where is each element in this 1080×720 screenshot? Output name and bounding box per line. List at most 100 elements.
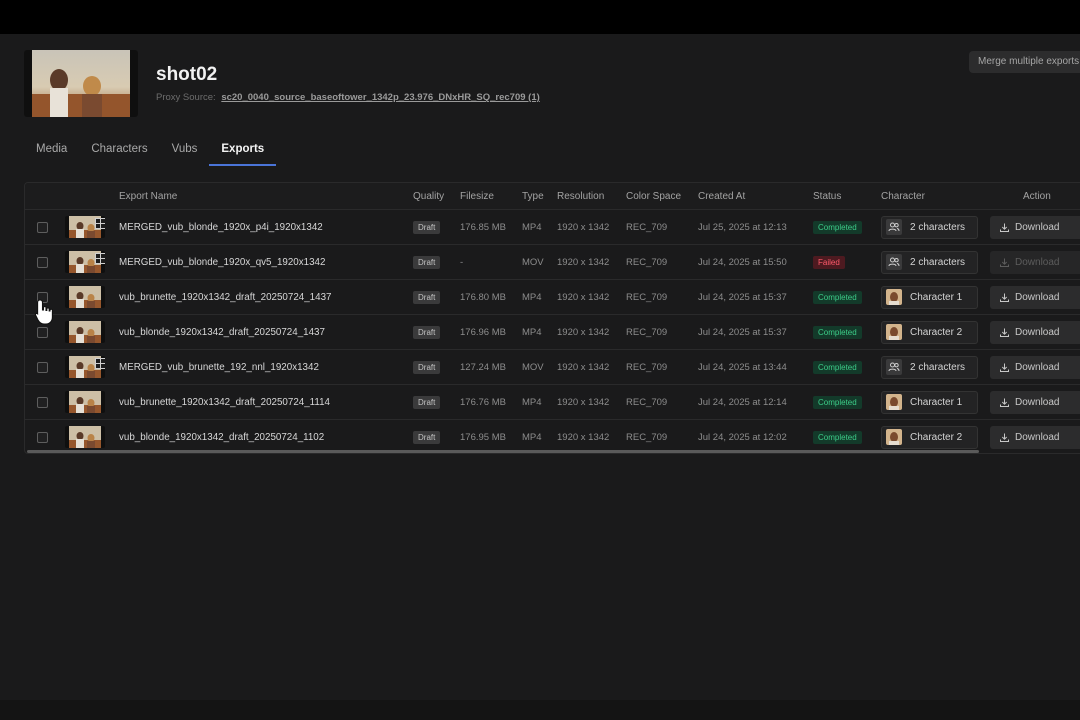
row-checkbox[interactable] [37, 326, 48, 338]
file-type: MP4 [522, 326, 542, 338]
character-button[interactable]: 2 characters [881, 215, 978, 239]
header-export-name[interactable]: Export Name [119, 183, 177, 209]
header-quality[interactable]: Quality [413, 183, 444, 209]
row-thumbnail [65, 251, 105, 273]
download-button[interactable]: Download [990, 215, 1080, 239]
character-button[interactable]: 2 characters [881, 250, 978, 274]
export-name: vub_brunette_1920x1342_draft_20250724_11… [119, 396, 331, 408]
tab-media[interactable]: Media [24, 140, 79, 164]
table-row[interactable]: MERGED_vub_blonde_1920x_p4i_1920x1342 Dr… [25, 210, 1080, 245]
status-badge: Completed [813, 220, 862, 234]
quality-badge: Draft [413, 255, 441, 269]
header-color-space[interactable]: Color Space [626, 183, 681, 209]
row-checkbox[interactable] [37, 221, 48, 233]
table-row[interactable]: vub_brunette_1920x1342_draft_20250724_14… [25, 280, 1080, 315]
row-checkbox[interactable] [37, 431, 48, 443]
download-button[interactable]: Download [990, 285, 1080, 309]
color-space: REC_709 [626, 256, 668, 268]
filesize: 176.80 MB [460, 291, 506, 303]
row-checkbox[interactable] [37, 256, 48, 268]
character-label: 2 characters [910, 256, 966, 268]
color-space: REC_709 [626, 326, 668, 338]
download-button[interactable]: Download [990, 250, 1080, 274]
table-row[interactable]: vub_brunette_1920x1342_draft_20250724_11… [25, 385, 1080, 420]
character-button[interactable]: 2 characters [881, 355, 978, 379]
quality-badge: Draft [413, 325, 441, 339]
filesize: 176.85 MB [460, 221, 506, 233]
quality-badge: Draft [413, 360, 441, 374]
horizontal-scrollbar[interactable] [27, 450, 979, 453]
users-icon [886, 219, 902, 235]
status-badge: Failed [813, 255, 845, 269]
export-name: vub_brunette_1920x1342_draft_20250724_14… [119, 291, 332, 303]
row-checkbox[interactable] [37, 396, 48, 408]
download-label: Download [1015, 221, 1060, 233]
status-badge: Completed [813, 290, 862, 304]
row-checkbox[interactable] [37, 361, 48, 373]
download-icon [1000, 328, 1015, 337]
character-button[interactable]: Character 1 [881, 390, 978, 414]
file-type: MP4 [522, 291, 542, 303]
character-button[interactable]: Character 2 [881, 320, 978, 344]
quality-badge: Draft [413, 395, 441, 409]
row-thumbnail [65, 286, 105, 308]
character-avatar [886, 324, 902, 340]
header-filesize[interactable]: Filesize [460, 183, 494, 209]
table-row[interactable]: MERGED_vub_brunette_192_nnl_1920x1342 Dr… [25, 350, 1080, 385]
shot-thumbnail [24, 50, 138, 117]
character-label: Character 2 [910, 326, 963, 338]
download-icon [1000, 363, 1015, 372]
resolution: 1920 x 1342 [557, 221, 610, 233]
download-button[interactable]: Download [990, 390, 1080, 414]
proxy-source-link[interactable]: sc20_0040_source_baseoftower_1342p_23.97… [221, 92, 539, 103]
character-label: 2 characters [910, 361, 966, 373]
table-header: Export Name Quality Filesize Type Resolu… [25, 183, 1080, 210]
header-status[interactable]: Status [813, 183, 841, 209]
users-icon [886, 254, 902, 270]
row-thumbnail [65, 321, 105, 343]
created-at: Jul 24, 2025 at 15:50 [698, 256, 787, 268]
file-type: MOV [522, 256, 544, 268]
users-icon [886, 359, 902, 375]
character-label: Character 1 [910, 291, 963, 303]
created-at: Jul 24, 2025 at 12:14 [698, 396, 787, 408]
row-thumbnail [65, 356, 105, 378]
download-label: Download [1015, 256, 1060, 268]
header-type[interactable]: Type [522, 183, 544, 209]
tab-vubs[interactable]: Vubs [160, 140, 210, 164]
header-resolution[interactable]: Resolution [557, 183, 604, 209]
download-button[interactable]: Download [990, 425, 1080, 449]
download-label: Download [1015, 326, 1060, 338]
tab-characters[interactable]: Characters [79, 140, 159, 164]
tab-exports[interactable]: Exports [209, 140, 277, 166]
color-space: REC_709 [626, 291, 668, 303]
filesize: 127.24 MB [460, 361, 506, 373]
header-created-at[interactable]: Created At [698, 183, 745, 209]
proxy-source-label: Proxy Source: [156, 92, 216, 103]
table-row[interactable]: vub_blonde_1920x1342_draft_20250724_1102… [25, 420, 1080, 453]
resolution: 1920 x 1342 [557, 326, 610, 338]
download-button[interactable]: Download [990, 320, 1080, 344]
download-button[interactable]: Download [990, 355, 1080, 379]
character-button[interactable]: Character 1 [881, 285, 978, 309]
header-character[interactable]: Character [881, 183, 925, 209]
bottom-bar [0, 700, 1080, 720]
filesize: 176.96 MB [460, 326, 506, 338]
merge-icon [95, 218, 105, 229]
status-badge: Completed [813, 360, 862, 374]
download-label: Download [1015, 361, 1060, 373]
export-name: vub_blonde_1920x1342_draft_20250724_1437 [119, 326, 325, 338]
status-badge: Completed [813, 430, 862, 444]
table-row[interactable]: vub_blonde_1920x1342_draft_20250724_1437… [25, 315, 1080, 350]
table-row[interactable]: MERGED_vub_blonde_1920x_qv5_1920x1342 Dr… [25, 245, 1080, 280]
character-button[interactable]: Character 2 [881, 425, 978, 449]
merge-exports-button[interactable]: Merge multiple exports [969, 51, 1080, 73]
character-avatar [886, 429, 902, 445]
resolution: 1920 x 1342 [557, 256, 610, 268]
proxy-source: Proxy Source: sc20_0040_source_baseoftow… [156, 92, 540, 103]
resolution: 1920 x 1342 [557, 431, 610, 443]
download-icon [1000, 223, 1015, 232]
download-label: Download [1015, 396, 1060, 408]
color-space: REC_709 [626, 396, 668, 408]
file-type: MOV [522, 361, 544, 373]
